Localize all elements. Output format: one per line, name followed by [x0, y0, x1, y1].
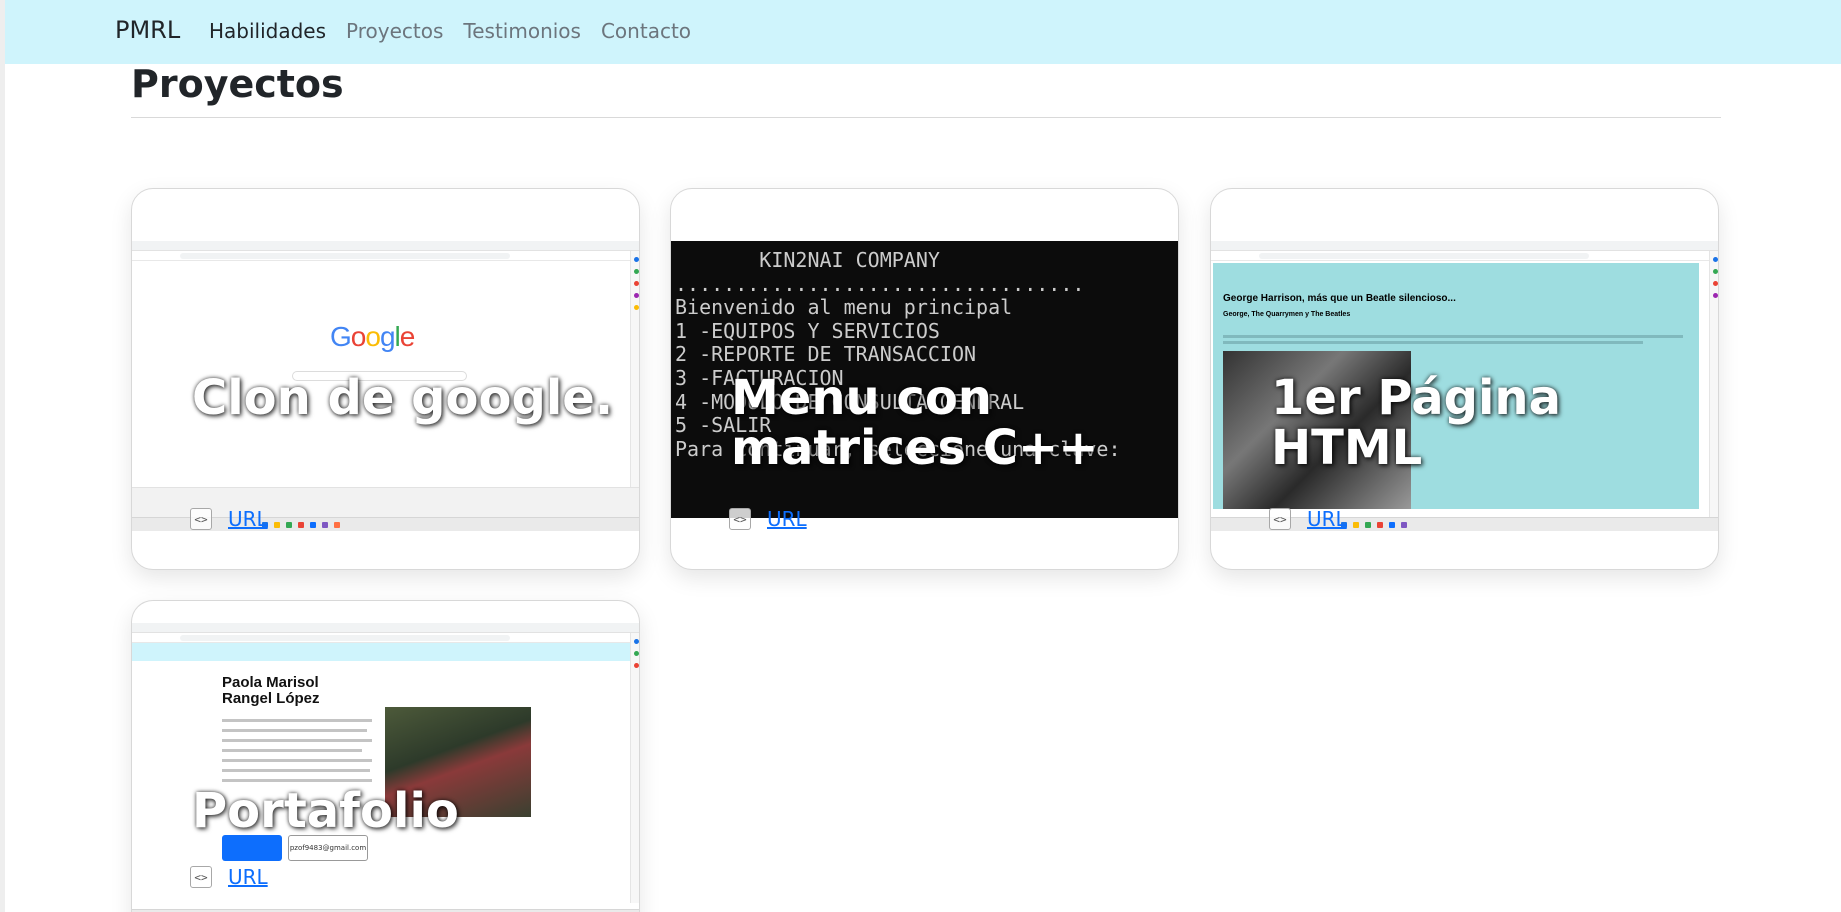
browser-tabs	[132, 241, 639, 251]
beatles-subheading: George, The Quarrymen y The Beatles	[1223, 311, 1351, 318]
project-title: Menu con matrices C++	[731, 373, 1098, 473]
navbar: PMRL Habilidades Proyectos Testimonios C…	[5, 0, 1841, 64]
project-card-portfolio: Paola Marisol Rangel López pzof9483@gmai…	[131, 600, 640, 912]
portfolio-navbar	[132, 643, 630, 661]
browser-address-bar	[132, 633, 639, 643]
project-link-row: <> URL	[1269, 507, 1347, 531]
brand-link[interactable]: PMRL	[115, 16, 180, 44]
code-icon: <>	[729, 508, 751, 530]
nav-link-proyectos[interactable]: Proyectos	[346, 19, 443, 43]
project-title-line2: HTML	[1271, 420, 1423, 476]
browser-address-bar	[132, 251, 639, 261]
browser-tabs	[1211, 241, 1718, 251]
google-logo: Google	[330, 321, 415, 352]
browser-tabs	[132, 623, 639, 633]
code-icon: <>	[190, 866, 212, 888]
project-title: 1er Página HTML	[1271, 373, 1561, 473]
nav-links: Habilidades Proyectos Testimonios Contac…	[209, 19, 691, 43]
project-url-link[interactable]: URL	[767, 507, 807, 531]
project-title-line2: matrices C++	[731, 420, 1099, 476]
project-link-row: <> URL	[190, 865, 268, 889]
code-icon: <>	[190, 508, 212, 530]
browser-sidebar	[630, 251, 639, 521]
project-link-row: <> URL	[190, 507, 268, 531]
project-url-link[interactable]: URL	[228, 865, 268, 889]
title-divider	[131, 117, 1721, 118]
browser-address-bar	[1211, 251, 1718, 261]
page-left-edge	[0, 0, 5, 912]
nav-link-contacto[interactable]: Contacto	[601, 19, 691, 43]
code-icon: <>	[1269, 508, 1291, 530]
portfolio-name: Paola Marisol Rangel López	[222, 674, 320, 707]
project-card-html: George Harrison, más que un Beatle silen…	[1210, 188, 1719, 570]
beatles-heading: George Harrison, más que un Beatle silen…	[1223, 293, 1456, 304]
browser-sidebar	[1709, 251, 1718, 521]
project-card-menu-cpp: KIN2NAI COMPANY ........................…	[670, 188, 1179, 570]
project-title-line1: Menu con	[731, 370, 992, 426]
project-url-link[interactable]: URL	[1307, 507, 1347, 531]
nav-link-testimonios[interactable]: Testimonios	[463, 19, 581, 43]
nav-link-habilidades[interactable]: Habilidades	[209, 19, 326, 43]
project-title: Clon de google.	[192, 370, 614, 426]
browser-sidebar	[630, 633, 639, 903]
project-card-google: Google Clon de google. <> URL	[131, 188, 640, 570]
section-title: Proyectos	[131, 62, 344, 106]
project-title: Portafolio	[192, 783, 459, 839]
project-title-line1: 1er Página	[1271, 370, 1561, 426]
project-url-link[interactable]: URL	[228, 507, 268, 531]
project-link-row: <> URL	[729, 507, 807, 531]
